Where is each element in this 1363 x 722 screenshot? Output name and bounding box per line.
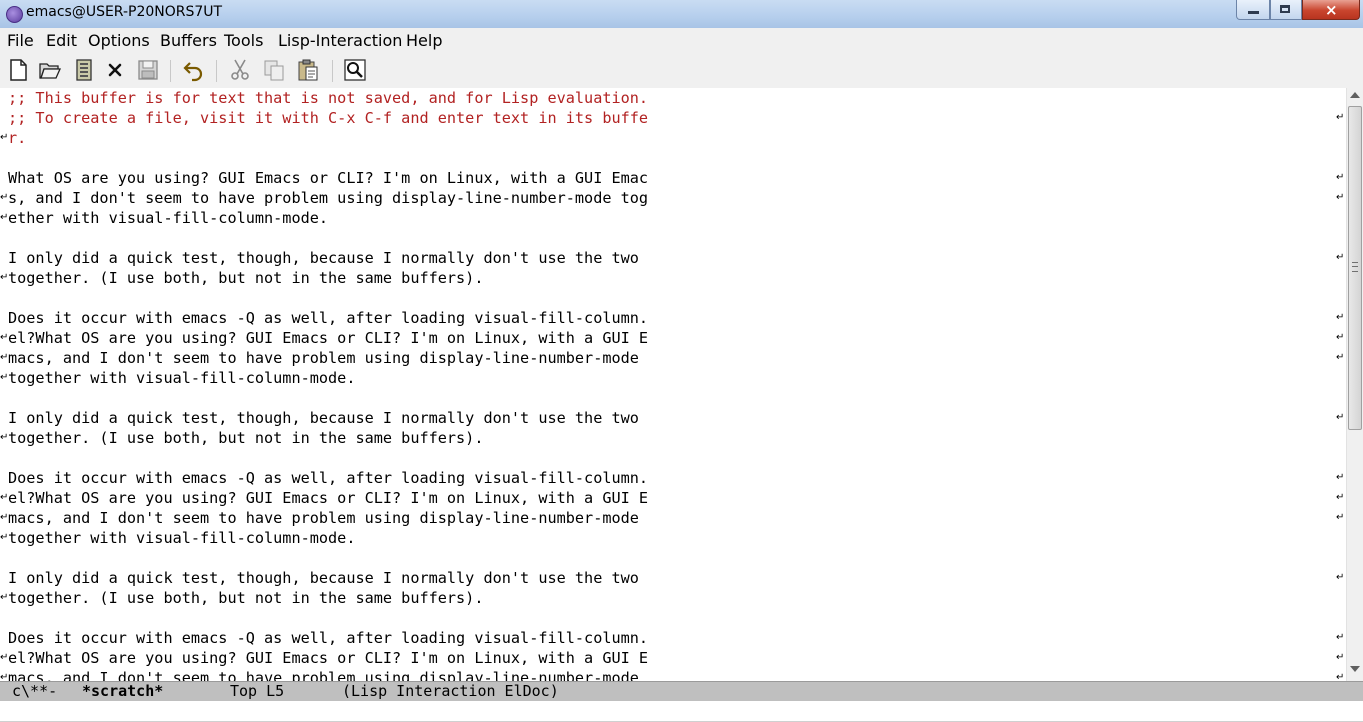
continuation-arrow-icon: ↵ — [0, 512, 9, 523]
continuation-arrow-icon: ↵ — [0, 212, 9, 223]
maximize-button[interactable] — [1270, 0, 1302, 20]
continuation-arrow-icon: ↵ — [0, 372, 9, 383]
scroll-up-arrow-icon[interactable] — [1350, 92, 1360, 98]
modeline-position: Top L5 — [230, 682, 285, 700]
wrap-arrow-icon: ↵ — [1336, 512, 1345, 523]
wrap-arrow-icon: ↵ — [1336, 492, 1345, 503]
wrap-arrow-icon: ↵ — [1336, 172, 1345, 183]
menu-help[interactable]: Help — [406, 31, 442, 50]
buffer-line[interactable]: ether with visual-fill-column-mode. — [8, 208, 328, 228]
close-buffer-icon[interactable] — [103, 58, 127, 82]
search-icon[interactable] — [343, 58, 367, 82]
buffer-line[interactable]: ;; This buffer is for text that is not s… — [8, 88, 648, 108]
open-folder-icon[interactable] — [38, 58, 62, 82]
continuation-arrow-icon: ↵ — [0, 192, 9, 203]
buffer-line[interactable]: Does it occur with emacs -Q as well, aft… — [8, 628, 648, 648]
paste-icon[interactable] — [296, 58, 320, 82]
buffer-line[interactable]: macs, and I don't seem to have problem u… — [8, 668, 639, 681]
menu-buffers[interactable]: Buffers — [160, 31, 217, 50]
modeline-status: c\**- — [12, 682, 58, 700]
buffer-line[interactable]: Does it occur with emacs -Q as well, aft… — [8, 468, 648, 488]
buffer-line[interactable]: el?What OS are you using? GUI Emacs or C… — [8, 488, 648, 508]
continuation-arrow-icon: ↵ — [0, 272, 9, 283]
scrollbar-thumb[interactable] — [1348, 106, 1362, 430]
new-file-icon[interactable] — [6, 58, 30, 82]
wrap-arrow-icon: ↵ — [1336, 252, 1345, 263]
close-icon: × — [1325, 1, 1338, 19]
wrap-arrow-icon: ↵ — [1336, 672, 1345, 681]
buffer-line[interactable]: together with visual-fill-column-mode. — [8, 528, 355, 548]
minimize-button[interactable] — [1236, 0, 1270, 20]
buffer-line[interactable]: What OS are you using? GUI Emacs or CLI?… — [8, 168, 648, 188]
buffer-line[interactable]: ;; To create a file, visit it with C-x C… — [8, 108, 648, 128]
window-title: emacs@USER-P20NORS7UT — [26, 4, 223, 20]
buffer-line[interactable]: I only did a quick test, though, because… — [8, 248, 639, 268]
wrap-arrow-icon: ↵ — [1336, 112, 1345, 123]
continuation-arrow-icon: ↵ — [0, 492, 9, 503]
wrap-arrow-icon: ↵ — [1336, 472, 1345, 483]
minibuffer[interactable] — [0, 701, 1363, 722]
modeline-modes[interactable]: (Lisp Interaction ElDoc) — [342, 682, 559, 701]
toolbar — [0, 52, 1363, 89]
undo-icon[interactable] — [182, 58, 206, 82]
menu-edit[interactable]: Edit — [46, 31, 77, 50]
wrap-arrow-icon: ↵ — [1336, 412, 1345, 423]
wrap-arrow-icon: ↵ — [1336, 632, 1345, 643]
editor-text-area[interactable]: ;; This buffer is for text that is not s… — [0, 88, 1346, 681]
buffer-line[interactable]: r. — [8, 128, 26, 148]
buffer-line[interactable]: Does it occur with emacs -Q as well, aft… — [8, 308, 648, 328]
maximize-icon — [1280, 5, 1290, 13]
continuation-arrow-icon: ↵ — [0, 592, 9, 603]
buffer-line[interactable]: together. (I use both, but not in the sa… — [8, 588, 483, 608]
buffer-line[interactable]: el?What OS are you using? GUI Emacs or C… — [8, 328, 648, 348]
continuation-arrow-icon: ↵ — [0, 652, 9, 663]
scroll-down-arrow-icon[interactable] — [1350, 666, 1360, 672]
wrap-arrow-icon: ↵ — [1336, 652, 1345, 663]
buffer-line[interactable]: together. (I use both, but not in the sa… — [8, 428, 483, 448]
buffer-line[interactable]: I only did a quick test, though, because… — [8, 408, 639, 428]
close-window-button[interactable]: × — [1302, 0, 1360, 20]
minimize-icon — [1248, 11, 1259, 14]
cut-icon[interactable] — [228, 58, 252, 82]
buffer-line[interactable]: together with visual-fill-column-mode. — [8, 368, 355, 388]
grip-icon — [1352, 262, 1358, 272]
buffer-line[interactable]: macs, and I don't seem to have problem u… — [8, 508, 639, 528]
copy-icon[interactable] — [262, 58, 286, 82]
buffer-line[interactable]: s, and I don't seem to have problem usin… — [8, 188, 648, 208]
menu-file[interactable]: File — [7, 31, 34, 50]
continuation-arrow-icon: ↵ — [0, 672, 9, 681]
menu-options[interactable]: Options — [88, 31, 150, 50]
buffer-line[interactable]: I only did a quick test, though, because… — [8, 568, 639, 588]
wrap-arrow-icon: ↵ — [1336, 352, 1345, 363]
wrap-arrow-icon: ↵ — [1336, 332, 1345, 343]
title-bar: emacs@USER-P20NORS7UT × — [0, 0, 1363, 28]
menu-bar: File Edit Options Buffers Tools Lisp-Int… — [0, 28, 1363, 52]
wrap-arrow-icon: ↵ — [1336, 572, 1345, 583]
toolbar-separator — [332, 60, 333, 82]
menu-tools[interactable]: Tools — [224, 31, 263, 50]
vertical-scrollbar[interactable] — [1346, 88, 1363, 681]
continuation-arrow-icon: ↵ — [0, 432, 9, 443]
open-directory-icon[interactable] — [72, 58, 96, 82]
buffer-line[interactable]: el?What OS are you using? GUI Emacs or C… — [8, 648, 648, 668]
buffer-line[interactable]: together. (I use both, but not in the sa… — [8, 268, 483, 288]
wrap-arrow-icon: ↵ — [1336, 312, 1345, 323]
wrap-arrow-icon: ↵ — [1336, 192, 1345, 203]
toolbar-separator — [170, 60, 171, 82]
continuation-arrow-icon: ↵ — [0, 352, 9, 363]
continuation-arrow-icon: ↵ — [0, 132, 9, 143]
continuation-arrow-icon: ↵ — [0, 332, 9, 343]
continuation-arrow-icon: ↵ — [0, 532, 9, 543]
menu-lisp-interaction[interactable]: Lisp-Interaction — [278, 31, 402, 50]
save-icon[interactable] — [136, 58, 160, 82]
modeline-buffer-name[interactable]: *scratch* — [82, 682, 163, 701]
buffer-line[interactable]: macs, and I don't seem to have problem u… — [8, 348, 639, 368]
toolbar-separator — [216, 60, 217, 82]
emacs-app-icon — [6, 6, 23, 23]
mode-line: c\**- *scratch* Top L5 (Lisp Interaction… — [0, 681, 1363, 701]
